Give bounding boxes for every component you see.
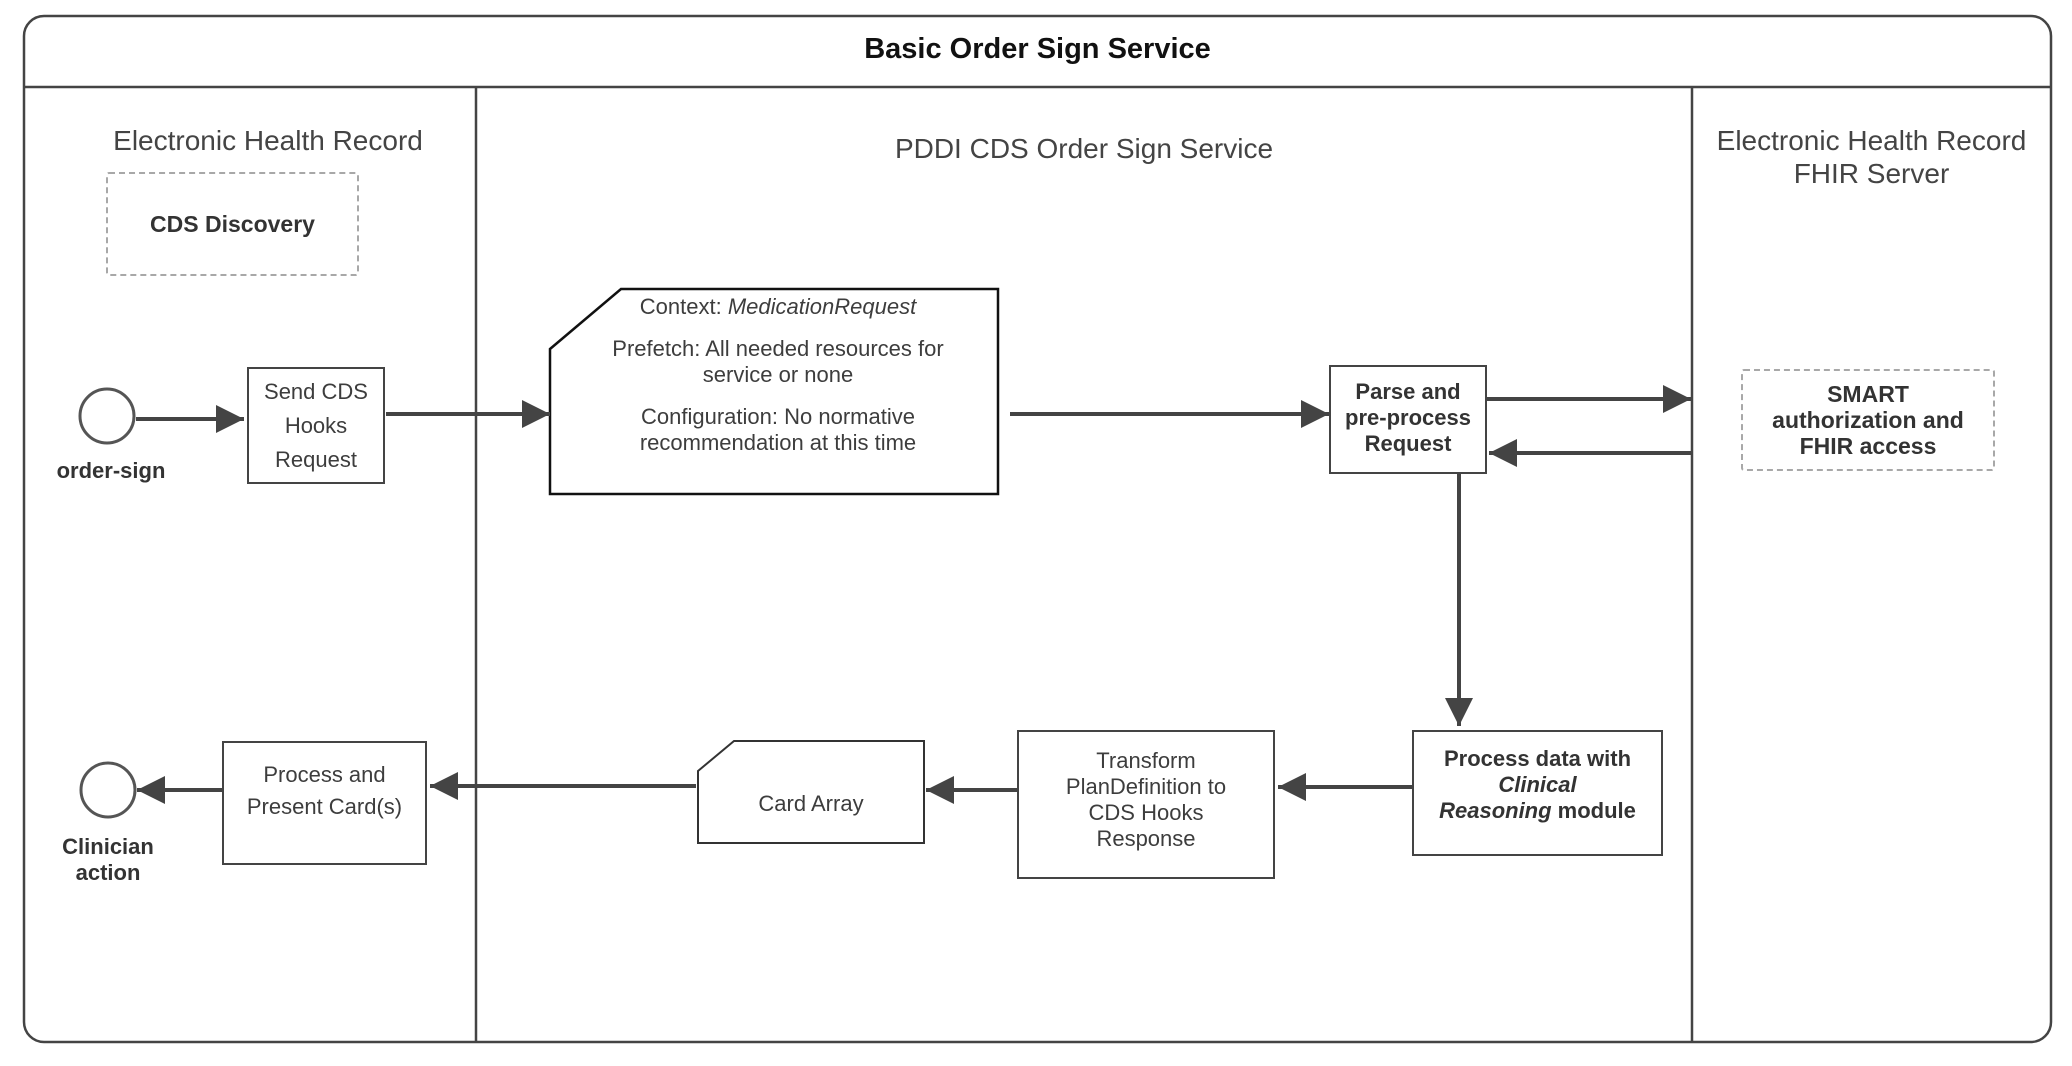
transform-task[interactable]: Transform PlanDefinition to CDS Hooks Re… bbox=[1017, 730, 1275, 879]
lane-title-fhir-line2: FHIR Server bbox=[1793, 158, 1950, 189]
transform-line4: Response bbox=[1096, 826, 1196, 851]
request-configuration-line1: Configuration: No normative bbox=[641, 404, 915, 429]
request-context-label: Context: bbox=[639, 294, 728, 319]
process-data-line1: Process data with bbox=[1443, 746, 1632, 771]
request-configuration-line2: recommendation at this time bbox=[639, 430, 917, 455]
parse-request-task[interactable]: Parse and pre-process Request bbox=[1329, 365, 1487, 474]
request-context: Context: MedicationRequest bbox=[560, 294, 996, 320]
present-cards-task[interactable]: Process and Present Card(s) bbox=[222, 741, 427, 865]
send-request-line2: Hooks bbox=[284, 412, 348, 438]
end-event-line2: action bbox=[75, 860, 141, 885]
process-data-line3-rest: module bbox=[1551, 798, 1636, 823]
smart-line3: FHIR access bbox=[1799, 433, 1937, 459]
lane-title-ehr: Electronic Health Record bbox=[113, 125, 423, 156]
transform-line1: Transform bbox=[1096, 748, 1196, 773]
transform-line2: PlanDefinition to bbox=[1065, 774, 1227, 799]
lane-title-fhir-line1: Electronic Health Record bbox=[1716, 125, 2027, 156]
smart-line2: authorization and bbox=[1772, 407, 1964, 433]
end-event-circle[interactable] bbox=[79, 761, 137, 819]
request-prefetch-line2: service or none bbox=[702, 362, 854, 387]
transform-line3: CDS Hooks bbox=[1088, 800, 1204, 825]
end-event-line1: Clinician bbox=[62, 834, 154, 859]
parse-line2: pre-process bbox=[1345, 405, 1471, 430]
diagram-title: Basic Order Sign Service bbox=[864, 33, 1211, 65]
card-array-label: Card Array bbox=[758, 791, 864, 816]
cds-discovery-label: CDS Discovery bbox=[150, 211, 315, 237]
start-event-circle[interactable] bbox=[78, 387, 136, 445]
send-request-line3: Request bbox=[275, 446, 357, 472]
smart-line1: SMART bbox=[1827, 381, 1909, 407]
send-request-line1: Send CDS bbox=[264, 378, 368, 404]
parse-line3: Request bbox=[1364, 431, 1452, 456]
request-configuration: Configuration: No normative recommendati… bbox=[560, 404, 996, 456]
present-cards-line2: Present Card(s) bbox=[246, 794, 403, 819]
end-event-label: Clinician action bbox=[48, 834, 168, 886]
request-prefetch: Prefetch: All needed resources for servi… bbox=[560, 336, 996, 388]
smart-auth-box[interactable]: SMART authorization and FHIR access bbox=[1741, 369, 1995, 471]
process-data-line3-italic: Reasoning bbox=[1439, 798, 1552, 823]
lane-title-fhir: Electronic Health Record FHIR Server bbox=[1692, 124, 2051, 190]
send-request-task[interactable]: Send CDS Hooks Request bbox=[247, 367, 385, 484]
lane-title-cds: PDDI CDS Order Sign Service bbox=[894, 133, 1274, 164]
process-data-line2: Clinical bbox=[1498, 772, 1577, 797]
request-prefetch-line1: Prefetch: All needed resources for bbox=[612, 336, 944, 361]
parse-line1: Parse and bbox=[1355, 379, 1461, 404]
present-cards-line1: Process and bbox=[263, 762, 386, 787]
start-event-label: order-sign bbox=[56, 458, 166, 483]
process-data-task[interactable]: Process data with Clinical Reasoning mod… bbox=[1412, 730, 1663, 856]
process-data-line3: Reasoning module bbox=[1439, 798, 1636, 824]
request-context-value: MedicationRequest bbox=[727, 294, 917, 319]
cds-discovery-box[interactable]: CDS Discovery bbox=[106, 172, 359, 276]
request-document-text: Context: MedicationRequest Prefetch: All… bbox=[560, 294, 996, 472]
